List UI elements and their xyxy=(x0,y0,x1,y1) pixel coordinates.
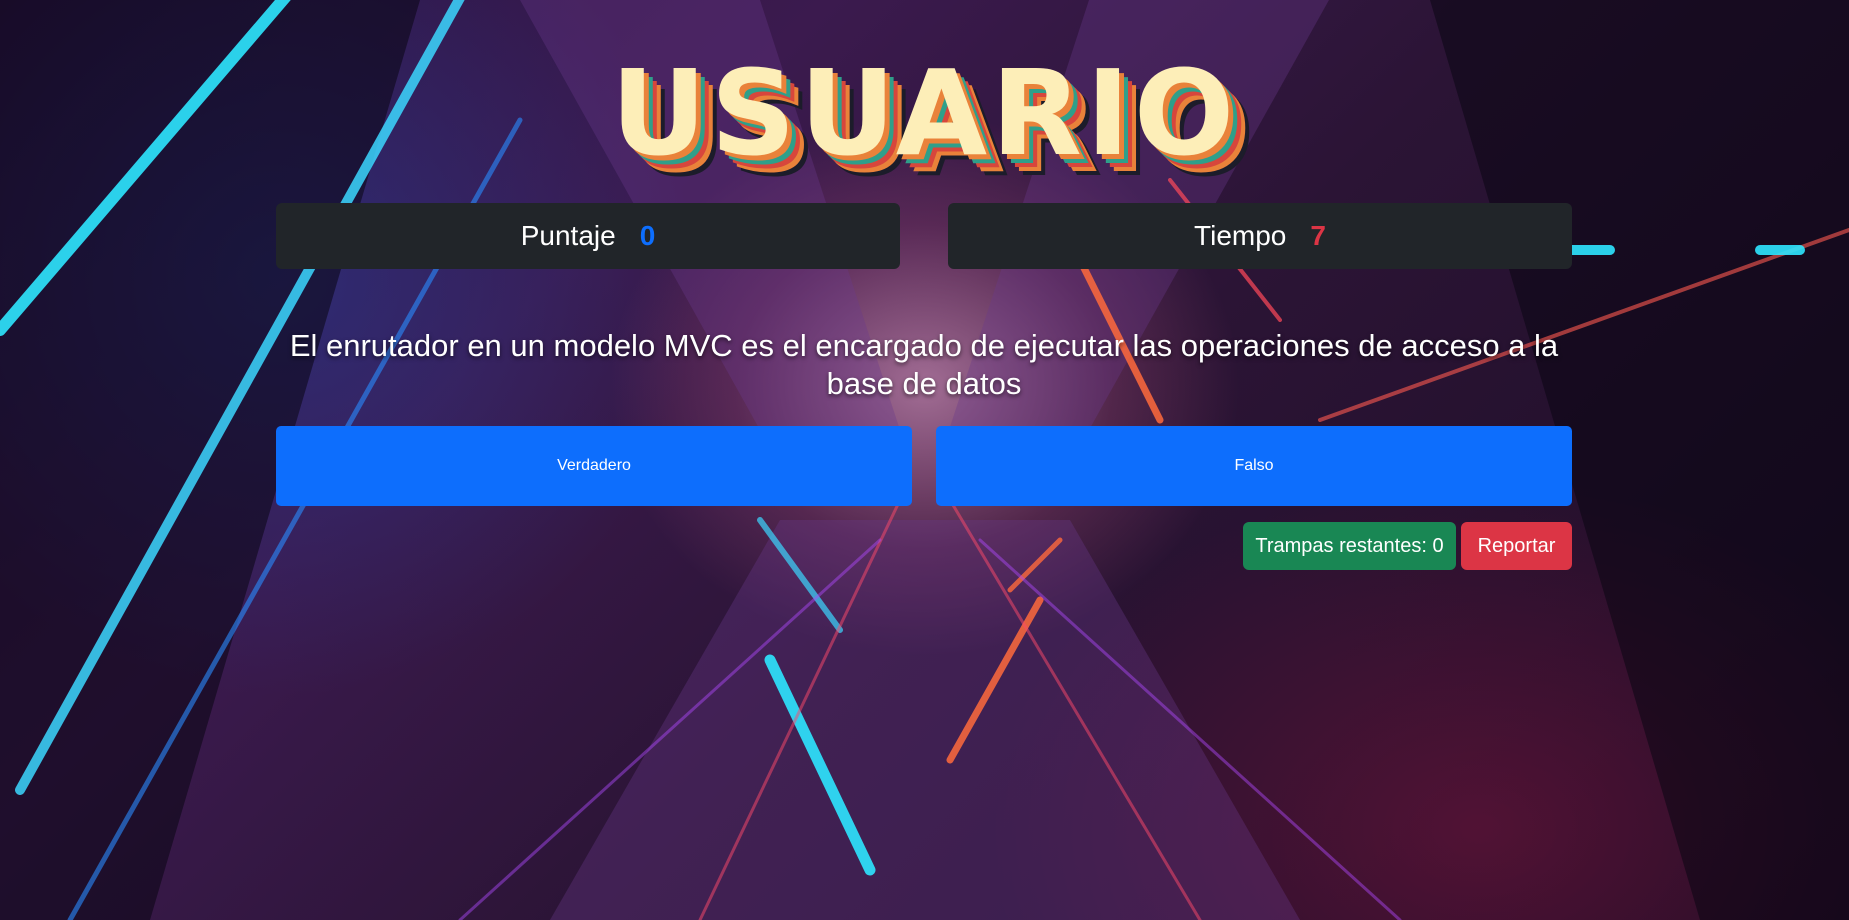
time-label: Tiempo xyxy=(1194,220,1287,251)
cheats-remaining-button[interactable]: Trampas restantes: 0 xyxy=(1243,522,1456,570)
true-answer-button[interactable]: Verdadero xyxy=(276,426,912,506)
score-value: 0 xyxy=(639,220,656,251)
score-panel: Puntaje 0 xyxy=(276,203,900,269)
report-button[interactable]: Reportar xyxy=(1461,522,1572,570)
quiz-screen: USUARIO Puntaje 0 Tiempo 7 El enrutador … xyxy=(0,0,1849,920)
false-answer-button[interactable]: Falso xyxy=(936,426,1572,506)
time-panel: Tiempo 7 xyxy=(948,203,1572,269)
time-value: 7 xyxy=(1310,220,1326,251)
page-title: USUARIO xyxy=(610,44,1239,182)
score-label: Puntaje xyxy=(520,220,616,251)
question-text: El enrutador en un modelo MVC es el enca… xyxy=(289,328,1559,401)
